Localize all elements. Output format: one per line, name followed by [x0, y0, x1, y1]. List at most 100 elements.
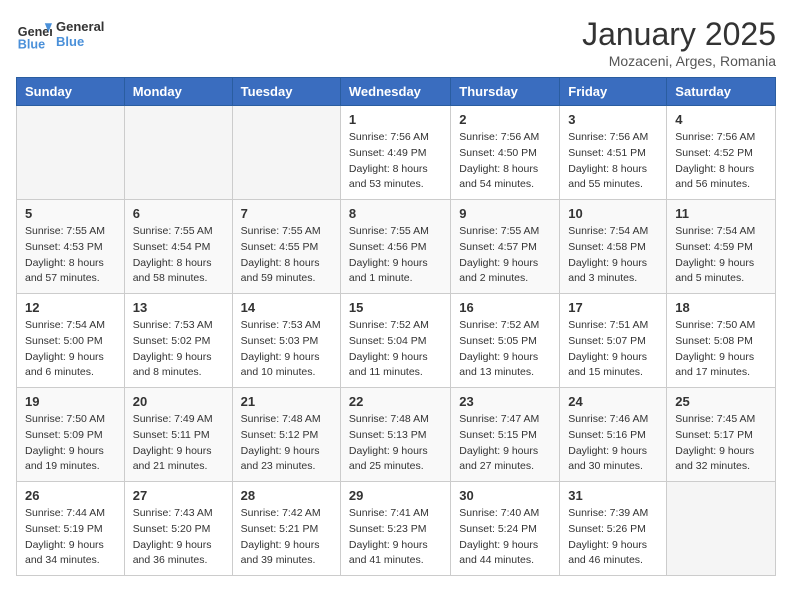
day-info: Sunrise: 7:39 AM Sunset: 5:26 PM Dayligh…: [568, 506, 658, 569]
day-number: 13: [133, 300, 224, 315]
calendar-cell: 31 Sunrise: 7:39 AM Sunset: 5:26 PM Dayli…: [560, 482, 667, 576]
day-info: Sunrise: 7:49 AM Sunset: 5:11 PM Dayligh…: [133, 412, 224, 475]
day-info: Sunrise: 7:50 AM Sunset: 5:09 PM Dayligh…: [25, 412, 116, 475]
header-sunday: Sunday: [17, 78, 125, 106]
header-friday: Friday: [560, 78, 667, 106]
calendar-cell: 3 Sunrise: 7:56 AM Sunset: 4:51 PM Daylig…: [560, 106, 667, 200]
calendar-cell: 20 Sunrise: 7:49 AM Sunset: 5:11 PM Dayli…: [124, 388, 232, 482]
day-info: Sunrise: 7:43 AM Sunset: 5:20 PM Dayligh…: [133, 506, 224, 569]
logo-blue-text: Blue: [56, 34, 104, 49]
calendar-cell: 27 Sunrise: 7:43 AM Sunset: 5:20 PM Dayli…: [124, 482, 232, 576]
day-number: 5: [25, 206, 116, 221]
day-info: Sunrise: 7:51 AM Sunset: 5:07 PM Dayligh…: [568, 318, 658, 381]
day-info: Sunrise: 7:55 AM Sunset: 4:57 PM Dayligh…: [459, 224, 551, 287]
day-number: 11: [675, 206, 767, 221]
day-number: 22: [349, 394, 442, 409]
day-info: Sunrise: 7:56 AM Sunset: 4:52 PM Dayligh…: [675, 130, 767, 193]
day-number: 29: [349, 488, 442, 503]
day-info: Sunrise: 7:48 AM Sunset: 5:12 PM Dayligh…: [241, 412, 332, 475]
calendar-cell: 2 Sunrise: 7:56 AM Sunset: 4:50 PM Daylig…: [451, 106, 560, 200]
day-info: Sunrise: 7:54 AM Sunset: 4:58 PM Dayligh…: [568, 224, 658, 287]
day-info: Sunrise: 7:56 AM Sunset: 4:51 PM Dayligh…: [568, 130, 658, 193]
title-area: January 2025 Mozaceni, Arges, Romania: [582, 16, 776, 69]
day-info: Sunrise: 7:55 AM Sunset: 4:56 PM Dayligh…: [349, 224, 442, 287]
day-info: Sunrise: 7:41 AM Sunset: 5:23 PM Dayligh…: [349, 506, 442, 569]
day-info: Sunrise: 7:56 AM Sunset: 4:50 PM Dayligh…: [459, 130, 551, 193]
calendar-cell: 30Sunrise: 7:40 AM Sunset: 5:24 PM Dayli…: [451, 482, 560, 576]
calendar-cell: [124, 106, 232, 200]
page-header: General Blue General Blue January 2025 M…: [16, 16, 776, 69]
day-number: 12: [25, 300, 116, 315]
month-title: January 2025: [582, 16, 776, 53]
day-info: Sunrise: 7:56 AM Sunset: 4:49 PM Dayligh…: [349, 130, 442, 193]
day-number: 19: [25, 394, 116, 409]
calendar-cell: [232, 106, 340, 200]
calendar-cell: 29 Sunrise: 7:41 AM Sunset: 5:23 PM Dayli…: [340, 482, 450, 576]
day-number: 21: [241, 394, 332, 409]
day-info: Sunrise: 7:55 AM Sunset: 4:54 PM Dayligh…: [133, 224, 224, 287]
location-subtitle: Mozaceni, Arges, Romania: [582, 53, 776, 69]
calendar-cell: [667, 482, 776, 576]
header-saturday: Saturday: [667, 78, 776, 106]
day-info: Sunrise: 7:46 AM Sunset: 5:16 PM Dayligh…: [568, 412, 658, 475]
calendar-week-row: 5Sunrise: 7:55 AM Sunset: 4:53 PM Daylig…: [17, 200, 776, 294]
calendar-cell: [17, 106, 125, 200]
header-wednesday: Wednesday: [340, 78, 450, 106]
day-number: 18: [675, 300, 767, 315]
day-number: 30: [459, 488, 551, 503]
day-info: Sunrise: 7:48 AM Sunset: 5:13 PM Dayligh…: [349, 412, 442, 475]
svg-text:Blue: Blue: [18, 37, 45, 51]
day-number: 28: [241, 488, 332, 503]
day-info: Sunrise: 7:52 AM Sunset: 5:05 PM Dayligh…: [459, 318, 551, 381]
day-number: 2: [459, 112, 551, 127]
calendar-week-row: 12 Sunrise: 7:54 AM Sunset: 5:00 PM Dayli…: [17, 294, 776, 388]
day-info: Sunrise: 7:55 AM Sunset: 4:55 PM Dayligh…: [241, 224, 332, 287]
day-number: 3: [568, 112, 658, 127]
calendar-cell: 26 Sunrise: 7:44 AM Sunset: 5:19 PM Dayli…: [17, 482, 125, 576]
day-number: 14: [241, 300, 332, 315]
day-number: 9: [459, 206, 551, 221]
calendar-header-row: SundayMondayTuesdayWednesdayThursdayFrid…: [17, 78, 776, 106]
calendar-cell: 9 Sunrise: 7:55 AM Sunset: 4:57 PM Daylig…: [451, 200, 560, 294]
calendar-cell: 15 Sunrise: 7:52 AM Sunset: 5:04 PM Dayli…: [340, 294, 450, 388]
calendar-cell: 10 Sunrise: 7:54 AM Sunset: 4:58 PM Dayli…: [560, 200, 667, 294]
day-number: 27: [133, 488, 224, 503]
calendar-cell: 5Sunrise: 7:55 AM Sunset: 4:53 PM Daylig…: [17, 200, 125, 294]
header-monday: Monday: [124, 78, 232, 106]
day-number: 31: [568, 488, 658, 503]
header-tuesday: Tuesday: [232, 78, 340, 106]
day-info: Sunrise: 7:52 AM Sunset: 5:04 PM Dayligh…: [349, 318, 442, 381]
calendar-week-row: 1 Sunrise: 7:56 AM Sunset: 4:49 PM Daylig…: [17, 106, 776, 200]
calendar-cell: 21 Sunrise: 7:48 AM Sunset: 5:12 PM Dayli…: [232, 388, 340, 482]
day-number: 15: [349, 300, 442, 315]
calendar-cell: 25 Sunrise: 7:45 AM Sunset: 5:17 PM Dayli…: [667, 388, 776, 482]
day-number: 1: [349, 112, 442, 127]
calendar-cell: 4 Sunrise: 7:56 AM Sunset: 4:52 PM Daylig…: [667, 106, 776, 200]
day-info: Sunrise: 7:44 AM Sunset: 5:19 PM Dayligh…: [25, 506, 116, 569]
day-number: 10: [568, 206, 658, 221]
day-number: 23: [459, 394, 551, 409]
calendar-cell: 11Sunrise: 7:54 AM Sunset: 4:59 PM Dayli…: [667, 200, 776, 294]
day-info: Sunrise: 7:45 AM Sunset: 5:17 PM Dayligh…: [675, 412, 767, 475]
day-info: Sunrise: 7:53 AM Sunset: 5:03 PM Dayligh…: [241, 318, 332, 381]
calendar-cell: 7Sunrise: 7:55 AM Sunset: 4:55 PM Daylig…: [232, 200, 340, 294]
day-number: 25: [675, 394, 767, 409]
day-number: 4: [675, 112, 767, 127]
day-number: 26: [25, 488, 116, 503]
day-info: Sunrise: 7:42 AM Sunset: 5:21 PM Dayligh…: [241, 506, 332, 569]
calendar-cell: 12 Sunrise: 7:54 AM Sunset: 5:00 PM Dayli…: [17, 294, 125, 388]
day-number: 24: [568, 394, 658, 409]
day-number: 20: [133, 394, 224, 409]
calendar-cell: 24 Sunrise: 7:46 AM Sunset: 5:16 PM Dayli…: [560, 388, 667, 482]
calendar-cell: 28 Sunrise: 7:42 AM Sunset: 5:21 PM Dayli…: [232, 482, 340, 576]
calendar-cell: 14 Sunrise: 7:53 AM Sunset: 5:03 PM Dayli…: [232, 294, 340, 388]
day-info: Sunrise: 7:50 AM Sunset: 5:08 PM Dayligh…: [675, 318, 767, 381]
calendar-cell: 6 Sunrise: 7:55 AM Sunset: 4:54 PM Daylig…: [124, 200, 232, 294]
logo: General Blue General Blue: [16, 16, 104, 52]
day-number: 6: [133, 206, 224, 221]
day-info: Sunrise: 7:54 AM Sunset: 5:00 PM Dayligh…: [25, 318, 116, 381]
day-number: 16: [459, 300, 551, 315]
header-thursday: Thursday: [451, 78, 560, 106]
logo-icon: General Blue: [16, 16, 52, 52]
calendar-cell: 16 Sunrise: 7:52 AM Sunset: 5:05 PM Dayli…: [451, 294, 560, 388]
